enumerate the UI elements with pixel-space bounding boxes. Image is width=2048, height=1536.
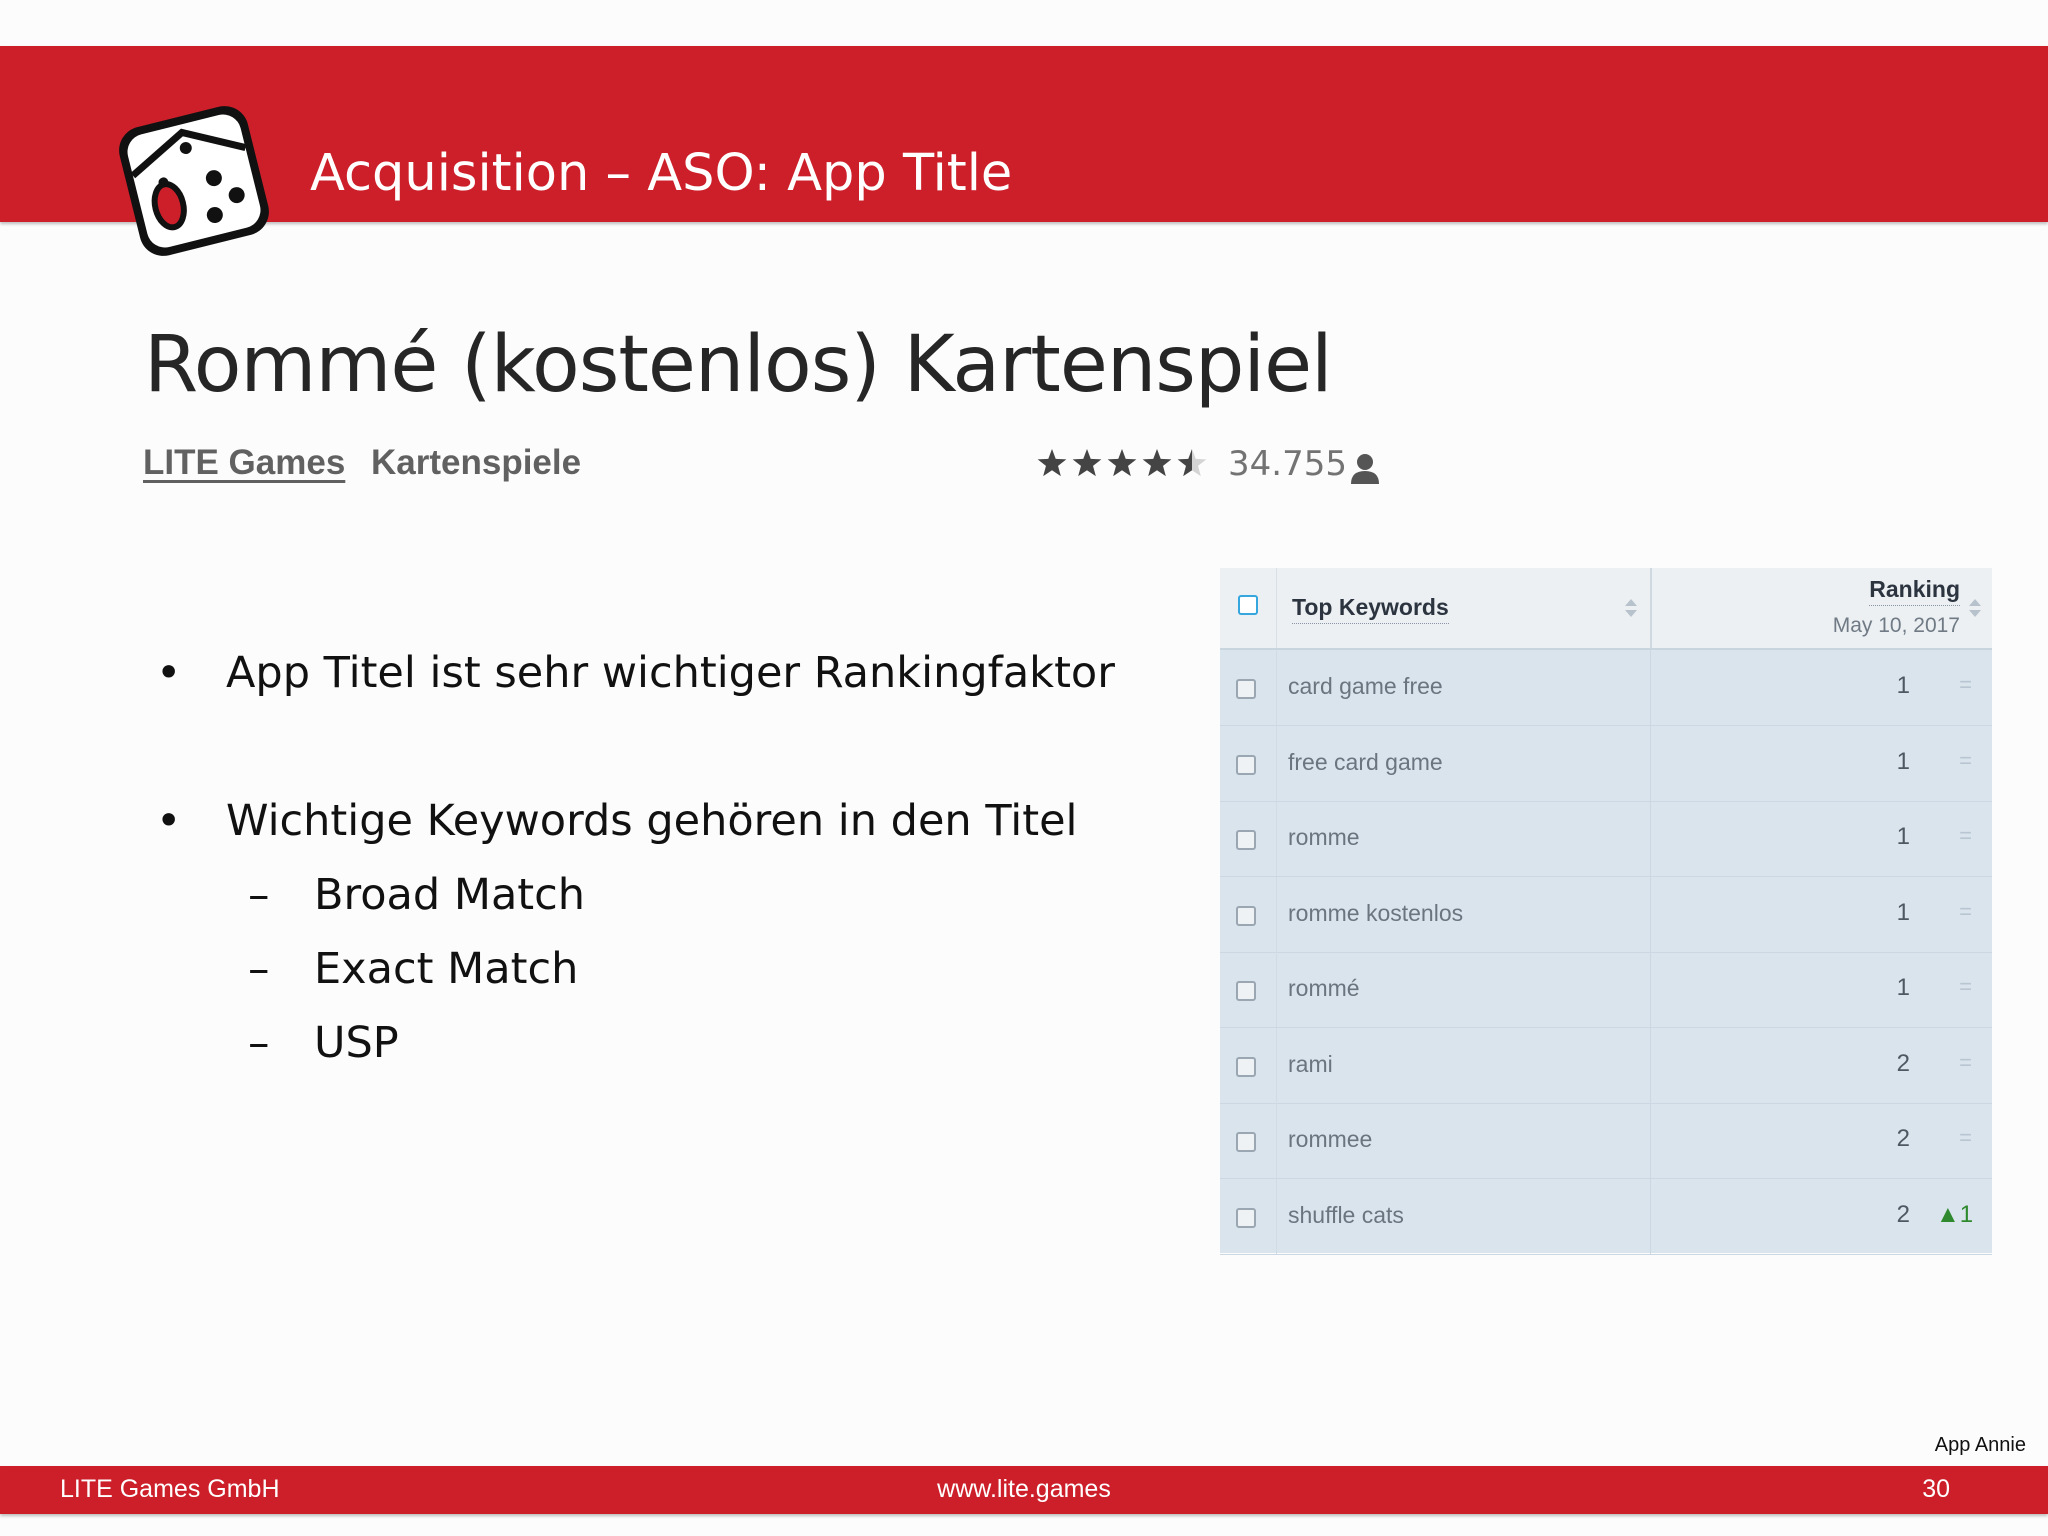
row-divider [1276, 952, 1277, 1027]
row-checkbox[interactable] [1236, 906, 1256, 926]
rank-change-cell: = [1959, 1050, 1972, 1075]
select-all-checkbox[interactable] [1238, 595, 1258, 615]
sort-ranking-icon[interactable] [1968, 598, 1982, 618]
star-fill-icon [1107, 449, 1137, 477]
star-fill-icon [1037, 449, 1067, 477]
developer-link[interactable]: LITE Games [143, 443, 345, 483]
rank-cell: 1 [1896, 823, 1910, 850]
row-divider [1276, 1179, 1277, 1254]
row-divider [1650, 877, 1651, 952]
slide-title: Acquisition – ASO: App Title [310, 144, 1013, 203]
table-row[interactable]: rommé 1 = [1220, 952, 1992, 1028]
header-divider [1276, 568, 1277, 648]
table-row[interactable]: rommee 2 = [1220, 1103, 1992, 1179]
rating-stars [1037, 449, 1207, 477]
row-checkbox[interactable] [1236, 830, 1256, 850]
rank-cell: 1 [1896, 672, 1910, 699]
row-checkbox[interactable] [1236, 679, 1256, 699]
bullet-dot: • [156, 648, 182, 698]
row-checkbox[interactable] [1236, 755, 1256, 775]
row-divider [1276, 877, 1277, 952]
header-bar: Acquisition – ASO: App Title [0, 46, 2048, 256]
rank-change-cell: = [1959, 823, 1972, 848]
row-checkbox[interactable] [1236, 1208, 1256, 1228]
rank-change-cell: = [1959, 899, 1972, 924]
table-row[interactable]: romme 1 = [1220, 801, 1992, 877]
ranking-date: May 10, 2017 [1832, 614, 1960, 637]
header-divider [1650, 568, 1652, 648]
row-divider [1276, 726, 1277, 801]
rank-cell: 1 [1896, 974, 1910, 1001]
row-checkbox[interactable] [1236, 1132, 1256, 1152]
table-row[interactable]: shuffle cats 2 ▲1 [1220, 1179, 1992, 1255]
bullet-text: App Titel ist sehr wichtiger Rankingfakt… [226, 648, 1115, 698]
bullet-dot: • [156, 796, 182, 846]
keyword-cell: rami [1288, 1051, 1333, 1077]
table-row[interactable]: card game free 1 = [1220, 650, 1992, 726]
app-title: Rommé (kostenlos) Kartenspiel [144, 320, 1333, 410]
star-fill-icon [1072, 449, 1102, 477]
keyword-cell: rommee [1288, 1126, 1373, 1152]
rank-change-cell: = [1959, 974, 1972, 999]
row-divider [1276, 801, 1277, 876]
row-divider [1276, 650, 1277, 725]
table-row[interactable]: romme kostenlos 1 = [1220, 877, 1992, 953]
row-divider [1650, 726, 1651, 801]
rank-change-cell: = [1959, 1125, 1972, 1150]
dash-marker: – [248, 870, 270, 920]
rank-cell: 2 [1896, 1201, 1910, 1228]
keyword-cell: rommé [1288, 975, 1360, 1001]
column-header-ranking[interactable]: Ranking [1869, 576, 1960, 606]
sort-keywords-icon[interactable] [1624, 598, 1638, 618]
rank-change-cell: ▲1 [1936, 1201, 1974, 1228]
rank-change-cell: = [1959, 748, 1972, 773]
row-divider [1650, 1028, 1651, 1103]
table-row[interactable]: free card game 1 = [1220, 726, 1992, 802]
footer-url: www.lite.games [937, 1475, 1111, 1503]
category-link[interactable]: Kartenspiele [371, 443, 581, 483]
row-divider [1650, 952, 1651, 1027]
person-icon [1351, 454, 1379, 484]
rank-cell: 2 [1896, 1050, 1910, 1077]
keyword-ranking-table: Top Keywords Ranking May 10, 2017 card g… [1220, 568, 1992, 1255]
keyword-cell: free card game [1288, 749, 1443, 775]
row-divider [1276, 1103, 1277, 1178]
row-checkbox[interactable] [1236, 1057, 1256, 1077]
page-number: 30 [1922, 1475, 1950, 1503]
rank-change-cell: = [1959, 672, 1972, 697]
row-divider [1650, 1103, 1651, 1178]
row-checkbox[interactable] [1236, 981, 1256, 1001]
keyword-cell: romme kostenlos [1288, 900, 1464, 926]
bullet-text: Wichtige Keywords gehören in den Titel [226, 796, 1078, 846]
rank-cell: 2 [1896, 1125, 1910, 1152]
source-credit: App Annie [1934, 1434, 2026, 1456]
table-header: Top Keywords Ranking May 10, 2017 [1220, 568, 1992, 650]
table-row[interactable]: rami 2 = [1220, 1028, 1992, 1104]
star-fill-icon [1142, 449, 1172, 477]
dash-marker: – [248, 944, 270, 994]
keyword-cell: card game free [1288, 673, 1443, 699]
row-divider [1650, 1179, 1651, 1254]
row-divider [1650, 801, 1651, 876]
rating-count: 34.755 [1228, 444, 1347, 484]
rank-cell: 1 [1896, 899, 1910, 926]
sub-bullet-text: Broad Match [314, 870, 586, 920]
dice-logo-icon [119, 106, 269, 256]
column-header-keywords[interactable]: Top Keywords [1292, 594, 1449, 624]
sub-bullet-text: Exact Match [314, 944, 579, 994]
row-divider [1650, 650, 1651, 725]
sub-bullet-text: USP [314, 1018, 399, 1068]
row-divider [1276, 1028, 1277, 1103]
dash-marker: – [248, 1018, 270, 1068]
footer-bar: LITE Games GmbH www.lite.games 30 [0, 1466, 2048, 1514]
rank-cell: 1 [1896, 748, 1910, 775]
keyword-cell: romme [1288, 824, 1360, 850]
keyword-cell: shuffle cats [1288, 1202, 1404, 1228]
